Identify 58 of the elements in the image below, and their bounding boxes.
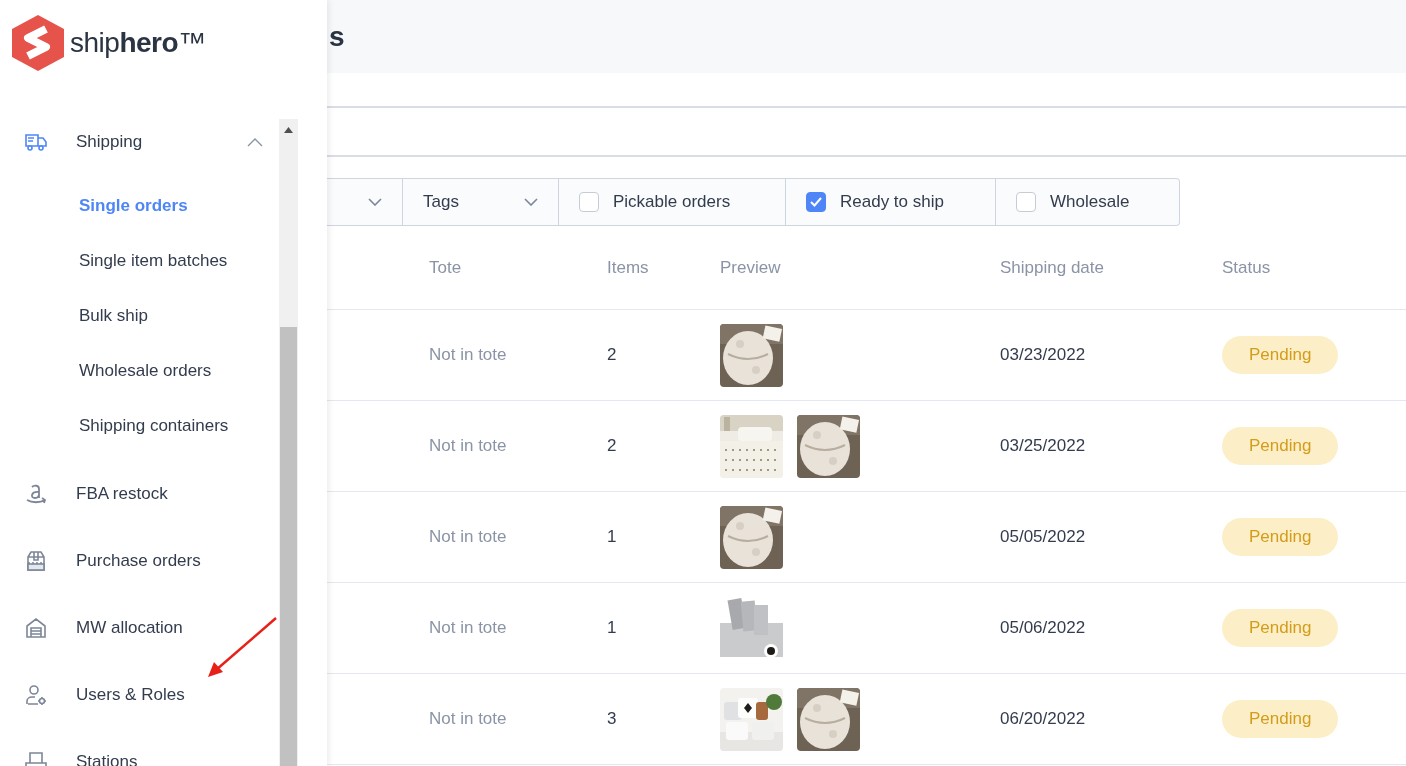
table-cell: 2 [607,345,617,365]
scrollbar[interactable] [279,119,298,766]
logo-text: shiphero™ [70,27,206,59]
table-cell: Not in tote [429,345,507,365]
sidebar-item[interactable]: Purchase orders [0,527,279,594]
table-cell: 05/05/2022 [1000,527,1086,547]
status-badge: Pending [1222,609,1339,647]
sidebar-item[interactable]: MW allocation [0,594,279,661]
filter-checkbox[interactable]: Ready to ship [786,178,996,226]
status-badge: Pending [1222,427,1339,465]
sidebar-subitem[interactable]: Shipping containers [79,415,229,436]
filter-checkbox[interactable]: Wholesale [996,178,1180,226]
filter-dropdown[interactable]: Tags [403,178,559,226]
sidebar-item[interactable]: Shipping [0,119,279,164]
checkbox[interactable] [1016,192,1036,212]
scroll-up-icon [284,127,293,133]
status-badge: Pending [1222,336,1339,374]
table-cell: 1 [607,527,617,547]
table-cell: 2 [607,436,617,456]
sidebar-subitem[interactable]: Wholesale orders [79,360,212,381]
chevron-down-icon [524,198,538,206]
filter-checkbox[interactable]: Pickable orders [559,178,786,226]
sidebar-subitem[interactable]: Single item batches [79,250,228,271]
checkbox-label: Ready to ship [840,192,944,212]
logo-icon [12,15,64,71]
table-cell: Not in tote [429,709,507,729]
table-cell: 06/20/2022 [1000,709,1086,729]
table-cell: 3 [607,709,617,729]
chevron-up-icon[interactable] [247,137,263,147]
checkbox[interactable] [579,192,599,212]
checkbox-label: Pickable orders [613,192,731,212]
user-gear-icon [24,683,48,706]
truck-icon [24,131,48,152]
status-badge: Pending [1222,700,1339,738]
sidebar-item[interactable]: Users & Roles [0,661,279,728]
table-cell: 1 [607,618,617,638]
sidebar-item[interactable]: Stations [0,728,279,766]
warehouse-icon [25,616,47,639]
scrollbar-thumb[interactable] [280,327,297,766]
smile-arrow-icon [24,482,48,505]
table-cell: 03/25/2022 [1000,436,1086,456]
chevron-down-icon [368,198,382,206]
filter-dropdown[interactable] [327,178,403,226]
status-badge: Pending [1222,518,1339,556]
checkbox-label: Wholesale [1050,192,1130,212]
sidebar-item[interactable]: FBA restock [0,460,279,527]
table-cell: Not in tote [429,618,507,638]
checkmark-icon [810,197,822,207]
table-cell: Not in tote [429,527,507,547]
page-title: s [329,20,345,53]
annotation-arrow [206,617,278,678]
table-cell: 05/06/2022 [1000,618,1086,638]
box-icon [25,549,47,572]
printer-icon [24,750,48,766]
table-cell: Not in tote [429,436,507,456]
table-cell: 03/23/2022 [1000,345,1086,365]
checkbox[interactable] [806,192,826,212]
sidebar-subitem[interactable]: Bulk ship [79,305,148,326]
